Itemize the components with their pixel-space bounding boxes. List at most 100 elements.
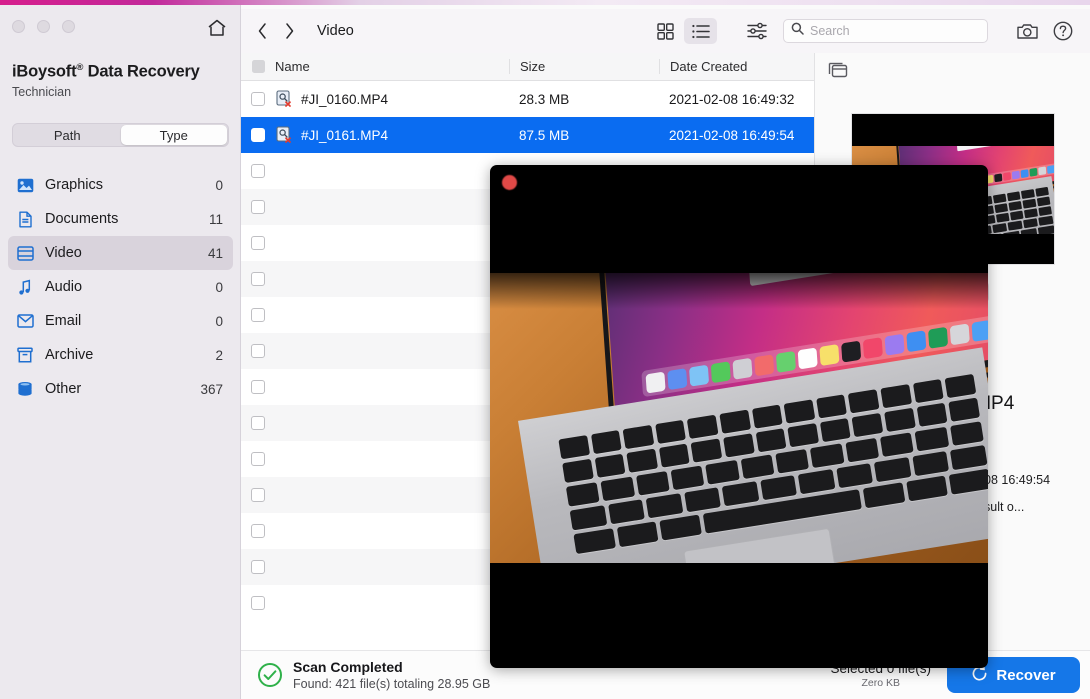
database-icon (16, 380, 34, 398)
sidebar-item-graphics[interactable]: Graphics 0 (8, 168, 233, 202)
row-checkbox[interactable] (241, 524, 275, 538)
checkbox-box (251, 524, 265, 538)
status-title: Scan Completed (293, 659, 490, 675)
chevron-right-icon[interactable] (284, 22, 295, 40)
row-checkbox[interactable] (241, 92, 275, 106)
brand-product: Data Recovery (83, 63, 199, 81)
sliders-icon[interactable] (743, 18, 771, 44)
sidebar-item-count: 0 (215, 178, 223, 193)
sidebar-item-count: 0 (215, 314, 223, 329)
row-checkbox[interactable] (241, 344, 275, 358)
document-icon (16, 210, 34, 228)
sidebar-item-video[interactable]: Video 41 (8, 236, 233, 270)
grid-view-icon[interactable] (649, 18, 682, 44)
cell-date-created: 2021-02-08 16:49:54 (659, 128, 814, 143)
sidebar-item-label: Email (45, 313, 215, 329)
checkbox-box (251, 596, 265, 610)
select-all-checkbox[interactable] (241, 60, 275, 73)
table-row[interactable]: #JI_0161.MP487.5 MB2021-02-08 16:49:54 (241, 117, 814, 153)
file-type-icon (275, 126, 295, 144)
search-box[interactable] (783, 19, 988, 43)
row-checkbox[interactable] (241, 596, 275, 610)
sidebar-item-count: 11 (209, 212, 223, 227)
frame-vignette (490, 273, 988, 309)
sidebar-item-audio[interactable]: Audio 0 (8, 270, 233, 304)
check-circle-icon (257, 662, 283, 688)
status-text-block: Scan Completed Found: 421 file(s) totali… (293, 659, 490, 691)
camera-icon[interactable] (1016, 20, 1038, 42)
row-checkbox[interactable] (241, 488, 275, 502)
path-type-segmented-control[interactable]: Path Type (12, 123, 229, 147)
segment-type[interactable]: Type (121, 125, 228, 145)
row-checkbox[interactable] (241, 380, 275, 394)
row-checkbox[interactable] (241, 416, 275, 430)
sidebar-item-documents[interactable]: Documents 11 (8, 202, 233, 236)
table-row[interactable]: #JI_0160.MP428.3 MB2021-02-08 16:49:32 (241, 81, 814, 117)
archive-icon (16, 346, 34, 364)
sidebar-item-archive[interactable]: Archive 2 (8, 338, 233, 372)
maximize-button[interactable] (62, 20, 75, 33)
row-checkbox[interactable] (241, 236, 275, 250)
close-button[interactable] (12, 20, 25, 33)
checkbox-box (251, 344, 265, 358)
toolbar-nav (257, 22, 295, 40)
checkbox-box (251, 200, 265, 214)
video-playback-frame (490, 273, 988, 563)
row-checkbox[interactable] (241, 308, 275, 322)
checkbox-box (251, 236, 265, 250)
segment-path[interactable]: Path (14, 125, 121, 145)
checkbox-box (251, 416, 265, 430)
home-icon[interactable] (206, 17, 228, 39)
sidebar: iBoysoft® Data Recovery Technician Path … (0, 5, 241, 699)
brand-name: iBoysoft (12, 63, 76, 81)
image-icon (16, 176, 34, 194)
row-checkbox[interactable] (241, 164, 275, 178)
laptop-photo-large (490, 273, 988, 563)
app-window: iBoysoft® Data Recovery Technician Path … (0, 0, 1090, 699)
minimize-button[interactable] (37, 20, 50, 33)
row-checkbox[interactable] (241, 200, 275, 214)
checkbox-box (251, 272, 265, 286)
search-icon (791, 22, 804, 40)
row-checkbox[interactable] (241, 128, 275, 142)
recover-button-label: Recover (996, 667, 1055, 684)
status-subtitle: Found: 421 file(s) totaling 28.95 GB (293, 677, 490, 691)
checkbox-box (251, 488, 265, 502)
selected-size-label: Zero KB (830, 677, 931, 689)
chevron-left-icon[interactable] (257, 22, 268, 40)
column-header-size[interactable]: Size (509, 59, 659, 74)
sidebar-item-label: Video (45, 245, 208, 261)
sidebar-item-label: Other (45, 381, 200, 397)
checkbox-box (251, 164, 265, 178)
sidebar-item-email[interactable]: Email 0 (8, 304, 233, 338)
sidebar-item-label: Audio (45, 279, 215, 295)
row-checkbox[interactable] (241, 452, 275, 466)
video-playback-overlay[interactable] (490, 165, 988, 668)
sidebar-item-label: Archive (45, 347, 215, 363)
view-toggle-group[interactable] (649, 18, 717, 44)
row-checkbox[interactable] (241, 272, 275, 286)
row-checkbox[interactable] (241, 560, 275, 574)
checkbox-box (251, 308, 265, 322)
checkbox-box (251, 560, 265, 574)
checkbox-box (251, 128, 265, 142)
sidebar-item-count: 2 (215, 348, 223, 363)
file-type-icon (275, 90, 295, 108)
cell-name: #JI_0160.MP4 (301, 92, 509, 107)
checkbox-box (252, 60, 265, 73)
panel-toggle-icon[interactable] (828, 61, 848, 79)
sidebar-item-count: 367 (200, 382, 223, 397)
checkbox-box (251, 452, 265, 466)
sidebar-nav-list: Graphics 0 Documents 11 Video 41 (8, 168, 233, 406)
help-circle-icon[interactable] (1052, 20, 1074, 42)
column-header-name[interactable]: Name (275, 59, 509, 74)
column-header-date-created[interactable]: Date Created (659, 59, 814, 74)
list-view-icon[interactable] (684, 18, 717, 44)
brand-subtitle: Technician (12, 85, 234, 99)
search-input[interactable] (810, 24, 980, 38)
cell-date-created: 2021-02-08 16:49:32 (659, 92, 814, 107)
file-list-header: Name Size Date Created (241, 53, 814, 81)
window-traffic-lights[interactable] (12, 20, 75, 33)
sidebar-item-other[interactable]: Other 367 (8, 372, 233, 406)
cell-size: 87.5 MB (509, 128, 659, 143)
